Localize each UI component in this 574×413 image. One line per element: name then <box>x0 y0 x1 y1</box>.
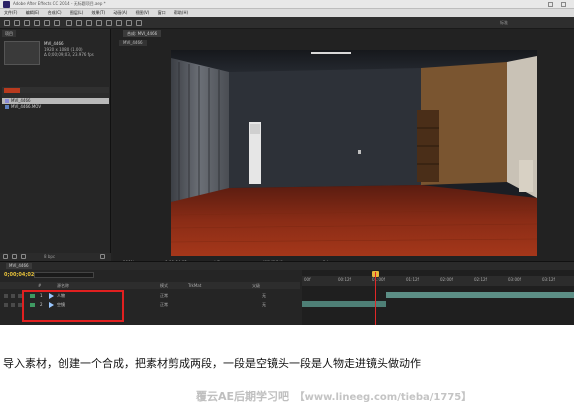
watermark: 覆云AE后期学习吧 【www.lineeg.com/tieba/1775】 <box>196 385 534 405</box>
composition-panel: 合成: MVI_4466 MVI_4466 <box>113 29 574 265</box>
layer-bar-empty-shot[interactable] <box>302 301 386 307</box>
brush-tool-icon[interactable] <box>96 20 102 26</box>
project-item-duration: Δ 0;00;09;03, 23.976 fps <box>44 52 94 57</box>
project-thumbnail <box>4 41 40 65</box>
col-trkmat[interactable]: TrkMat <box>188 282 201 289</box>
close-icon[interactable] <box>561 2 566 7</box>
after-effects-window: Adobe After Effects CC 2014 - 无标题项目.aep … <box>0 0 574 325</box>
ruler-label: 00:12f <box>338 277 351 282</box>
new-folder-icon[interactable] <box>12 254 17 259</box>
new-comp-icon[interactable] <box>21 254 26 259</box>
selection-tool-icon[interactable] <box>4 20 10 26</box>
pen-tool-icon[interactable] <box>76 20 82 26</box>
time-ruler[interactable]: 00f 00:12f 01:00f 01:12f 02:00f 02:12f 0… <box>302 276 574 286</box>
audio-icon[interactable] <box>11 303 15 307</box>
menu-window[interactable]: 窗口 <box>158 9 166 17</box>
watermark-brand: 覆云AE后期学习吧 <box>196 390 290 403</box>
project-item-label: MVI_4466.MOV <box>11 104 42 109</box>
playhead-line[interactable] <box>375 272 376 325</box>
project-item-label: MVI_4466 <box>11 98 31 103</box>
composition-tab[interactable]: 合成: MVI_4466 <box>123 30 162 37</box>
zoom-tool-icon[interactable] <box>24 20 30 26</box>
title-bar: Adobe After Effects CC 2014 - 无标题项目.aep … <box>0 0 574 9</box>
timeline-current-time[interactable]: 0;00;04;02 <box>4 272 34 278</box>
menu-view[interactable]: 视图(V) <box>135 9 149 17</box>
visibility-icon[interactable] <box>4 294 8 298</box>
timeline-search-input[interactable]: ρ▾ <box>34 272 94 289</box>
workspace-selector[interactable]: 标准 <box>500 20 508 26</box>
video-frame <box>171 50 537 256</box>
caption-text: 导入素材，创建一个合成，把素材剪成两段，一段是空镜头一段是人物走进镜头做动作 <box>3 357 421 370</box>
menu-help[interactable]: 帮助(H) <box>174 9 188 17</box>
layers-highlight-box <box>22 290 124 322</box>
layer-parent[interactable]: 无 <box>262 292 266 300</box>
rotate-tool-icon[interactable] <box>34 20 40 26</box>
menu-composition[interactable]: 合成(C) <box>48 9 62 17</box>
project-item-name: MVI_4466 <box>44 41 64 46</box>
layer-bar-people[interactable] <box>386 292 574 298</box>
ruler-label: 03:12f <box>542 277 555 282</box>
puppet-tool-icon[interactable] <box>136 20 142 26</box>
pan-behind-tool-icon[interactable] <box>54 20 60 26</box>
visibility-icon[interactable] <box>4 303 8 307</box>
footage-icon <box>5 105 9 109</box>
col-mode[interactable]: 模式 <box>160 282 168 289</box>
watermark-url: 【www.lineeg.com/tieba/1775】 <box>294 392 472 403</box>
ruler-label: 00f <box>304 277 311 282</box>
composition-breadcrumb[interactable]: MVI_4466 <box>119 40 147 46</box>
layer-mode[interactable]: 正常 <box>160 301 168 309</box>
type-tool-icon[interactable] <box>86 20 92 26</box>
menu-effect[interactable]: 效果(T) <box>91 9 105 17</box>
timeline-graph[interactable]: 00f 00:12f 01:00f 01:12f 02:00f 02:12f 0… <box>302 270 574 325</box>
project-bottom-bar: 8 bpc <box>0 253 111 261</box>
interpret-footage-icon[interactable] <box>3 254 8 259</box>
menu-file[interactable]: 文件(F) <box>4 9 17 17</box>
roto-brush-tool-icon[interactable] <box>126 20 132 26</box>
ruler-label: 02:12f <box>474 277 487 282</box>
rectangle-tool-icon[interactable] <box>66 20 72 26</box>
layer-parent[interactable]: 无 <box>262 301 266 309</box>
menu-layer[interactable]: 图层(L) <box>70 9 83 17</box>
timeline-tabs: MVI_4466 <box>0 262 574 270</box>
ruler-label: 03:00f <box>508 277 521 282</box>
eraser-tool-icon[interactable] <box>116 20 122 26</box>
composition-viewer[interactable] <box>171 50 537 256</box>
timeline-tab[interactable]: MVI_4466 <box>6 263 32 269</box>
bit-depth-label[interactable]: 8 bpc <box>44 254 55 259</box>
menu-animation[interactable]: 动画(A) <box>113 9 127 17</box>
col-num: # <box>38 283 42 288</box>
tools-bar: 标准 <box>0 17 574 29</box>
camera-tool-icon[interactable] <box>44 20 50 26</box>
ruler-label: 02:00f <box>440 277 453 282</box>
menu-bar: 文件(F) 编辑(E) 合成(C) 图层(L) 效果(T) 动画(A) 视图(V… <box>0 9 574 17</box>
col-parent[interactable]: 父级 <box>252 282 260 289</box>
project-item-footage[interactable]: MVI_4466.MOV <box>2 104 109 110</box>
hand-tool-icon[interactable] <box>14 20 20 26</box>
ruler-label: 01:12f <box>406 277 419 282</box>
col-source-name[interactable]: 源名称 <box>57 282 69 289</box>
trash-icon[interactable] <box>100 254 105 259</box>
window-title: Adobe After Effects CC 2014 - 无标题项目.aep … <box>13 1 106 6</box>
timeline-column-header: # 源名称 模式 TrkMat 父级 <box>0 282 300 289</box>
project-tab[interactable]: 项目 <box>2 30 16 37</box>
timeline-panel: MVI_4466 0;00;04;02 ρ▾ # 源名称 模式 TrkMat 父… <box>0 261 574 325</box>
after-effects-logo-icon <box>3 1 10 8</box>
menu-edit[interactable]: 编辑(E) <box>26 9 40 17</box>
clone-stamp-tool-icon[interactable] <box>106 20 112 26</box>
minimize-icon[interactable] <box>548 2 553 7</box>
project-panel: 项目 MVI_4466 1920 x 1080 (1.00) Δ 0;00;09… <box>0 29 111 261</box>
ruler-label: 01:00f <box>372 277 385 282</box>
composition-icon <box>5 99 9 103</box>
layer-mode[interactable]: 正常 <box>160 292 168 300</box>
audio-icon[interactable] <box>11 294 15 298</box>
